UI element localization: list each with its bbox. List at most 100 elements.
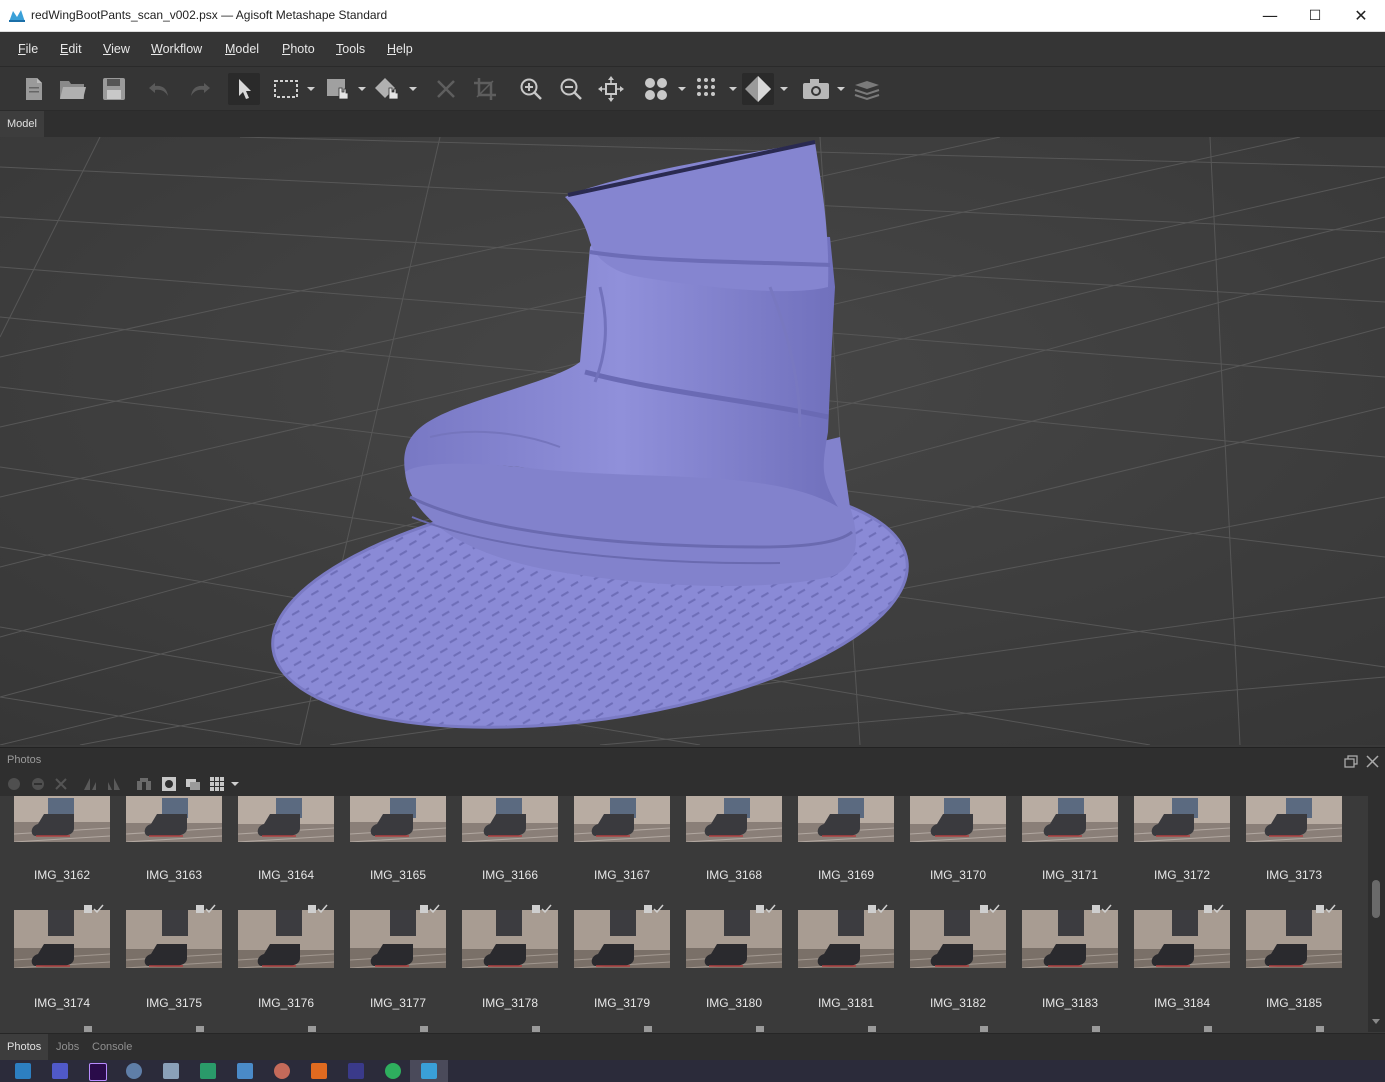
scroll-down-icon[interactable] (1372, 1019, 1380, 1024)
rotate-right-icon[interactable] (106, 776, 122, 792)
photo-thumbnail[interactable] (1246, 910, 1342, 968)
photo-thumbnail[interactable] (910, 796, 1006, 842)
chevron-down-icon[interactable] (729, 87, 737, 91)
close-panel-icon[interactable] (1366, 753, 1379, 772)
menu-file[interactable]: File (18, 42, 38, 56)
chevron-down-icon[interactable] (307, 87, 315, 91)
chevron-down-icon[interactable] (409, 87, 417, 91)
rectangle-selection-icon[interactable] (270, 73, 302, 105)
chevron-down-icon[interactable] (837, 87, 845, 91)
redo-icon[interactable] (184, 73, 216, 105)
photo-thumbnail[interactable] (14, 910, 110, 968)
camera-icon[interactable] (800, 73, 832, 105)
chat-app-icon[interactable] (385, 1063, 401, 1079)
model-viewport[interactable] (0, 137, 1385, 745)
reset-mask-icon[interactable] (136, 776, 152, 792)
chevron-down-icon[interactable] (780, 87, 788, 91)
shape-tool-icon[interactable] (372, 73, 404, 105)
photo-thumbnail[interactable] (126, 796, 222, 842)
point-cloud-icon[interactable] (640, 73, 672, 105)
dense-cloud-icon[interactable] (692, 73, 724, 105)
menu-tools[interactable]: Tools (336, 42, 365, 56)
photo-label: IMG_3170 (929, 868, 987, 882)
menu-edit[interactable]: Edit (60, 42, 82, 56)
photo-thumbnail[interactable] (14, 796, 110, 842)
maximize-button[interactable]: ☐ (1292, 0, 1338, 31)
reset-view-icon[interactable] (595, 73, 627, 105)
photo-thumbnail[interactable] (238, 910, 334, 968)
tab-jobs[interactable]: Jobs (49, 1034, 86, 1060)
add-photos-icon[interactable] (6, 776, 22, 792)
photo-thumbnail[interactable] (1134, 910, 1230, 968)
zoom-in-icon[interactable] (515, 73, 547, 105)
photo-thumbnail[interactable] (462, 796, 558, 842)
remote-desktop-app-icon[interactable] (200, 1063, 216, 1079)
browser-app-icon[interactable] (126, 1063, 142, 1079)
save-icon[interactable] (98, 73, 130, 105)
photo-thumbnail[interactable] (574, 796, 670, 842)
tab-model[interactable]: Model (0, 111, 44, 137)
window-title: redWingBootPants_scan_v002.psx — Agisoft… (31, 8, 388, 22)
chevron-down-icon[interactable] (678, 87, 686, 91)
photo-thumbnail[interactable] (686, 910, 782, 968)
chevron-down-icon[interactable] (358, 87, 366, 91)
rotate-left-icon[interactable] (82, 776, 98, 792)
scrollbar-thumb[interactable] (1372, 880, 1380, 918)
delete-selection-icon[interactable] (430, 73, 462, 105)
premiere-app-icon[interactable] (89, 1063, 107, 1081)
visual-studio-app-icon[interactable] (348, 1063, 364, 1079)
photo-thumbnail[interactable] (350, 796, 446, 842)
photo-thumbnail[interactable] (126, 910, 222, 968)
photo-thumbnail[interactable] (1022, 910, 1118, 968)
tools-app-icon[interactable] (237, 1063, 253, 1079)
navigation-pointer-icon[interactable] (228, 73, 260, 105)
new-document-icon[interactable] (18, 73, 50, 105)
menu-help[interactable]: Help (387, 42, 413, 56)
photo-label: IMG_3162 (33, 868, 91, 882)
menu-photo[interactable]: Photo (282, 42, 315, 56)
photo-thumbnail[interactable] (462, 910, 558, 968)
menu-workflow[interactable]: Workflow (151, 42, 202, 56)
tab-console[interactable]: Console (85, 1034, 139, 1060)
photo-label: IMG_3174 (33, 996, 91, 1010)
remove-cameras-icon[interactable] (53, 776, 69, 792)
image-viewer-app-icon[interactable] (163, 1063, 179, 1079)
photo-thumbnail[interactable] (1246, 796, 1342, 842)
open-folder-icon[interactable] (57, 73, 89, 105)
metashape-taskbar-icon[interactable] (421, 1063, 437, 1079)
menu-view[interactable]: View (103, 42, 130, 56)
model-selection-icon[interactable] (322, 73, 354, 105)
houdini-app-icon[interactable] (311, 1063, 327, 1079)
photo-thumbnail[interactable] (1134, 796, 1230, 842)
photo-thumbnail[interactable] (1022, 796, 1118, 842)
undo-icon[interactable] (143, 73, 175, 105)
maya-app-icon[interactable] (15, 1063, 31, 1079)
photo-thumbnail[interactable] (798, 796, 894, 842)
crop-selection-icon[interactable] (469, 73, 501, 105)
photo-thumbnail[interactable] (910, 910, 1006, 968)
chevron-down-icon[interactable] (231, 782, 239, 786)
layers-icon[interactable] (851, 73, 883, 105)
remove-photos-icon[interactable] (30, 776, 46, 792)
taskbar-active-item[interactable] (410, 1060, 448, 1082)
tab-photos[interactable]: Photos (0, 1034, 49, 1060)
show-masks-icon[interactable] (161, 776, 177, 792)
solid-model-icon[interactable] (742, 73, 774, 105)
minimize-button[interactable]: — (1247, 0, 1293, 31)
photo-thumbnail[interactable] (574, 910, 670, 968)
paint-app-icon[interactable] (274, 1063, 290, 1079)
photo-thumbnail[interactable] (798, 910, 894, 968)
next-row-indicator (1092, 1026, 1100, 1032)
menu-model[interactable]: Model (225, 42, 259, 56)
photo-thumbnail[interactable] (686, 796, 782, 842)
photo-thumbnail[interactable] (350, 910, 446, 968)
photo-thumbnail[interactable] (238, 796, 334, 842)
display-photos-icon[interactable] (185, 776, 201, 792)
thumbnail-grid-icon[interactable] (209, 776, 225, 792)
undock-icon[interactable] (1344, 753, 1358, 772)
model-3d-view[interactable] (0, 137, 1385, 745)
close-button[interactable]: ✕ (1338, 0, 1384, 31)
zoom-out-icon[interactable] (555, 73, 587, 105)
photos-scrollbar[interactable] (1368, 796, 1385, 1032)
teams-app-icon[interactable] (52, 1063, 68, 1079)
